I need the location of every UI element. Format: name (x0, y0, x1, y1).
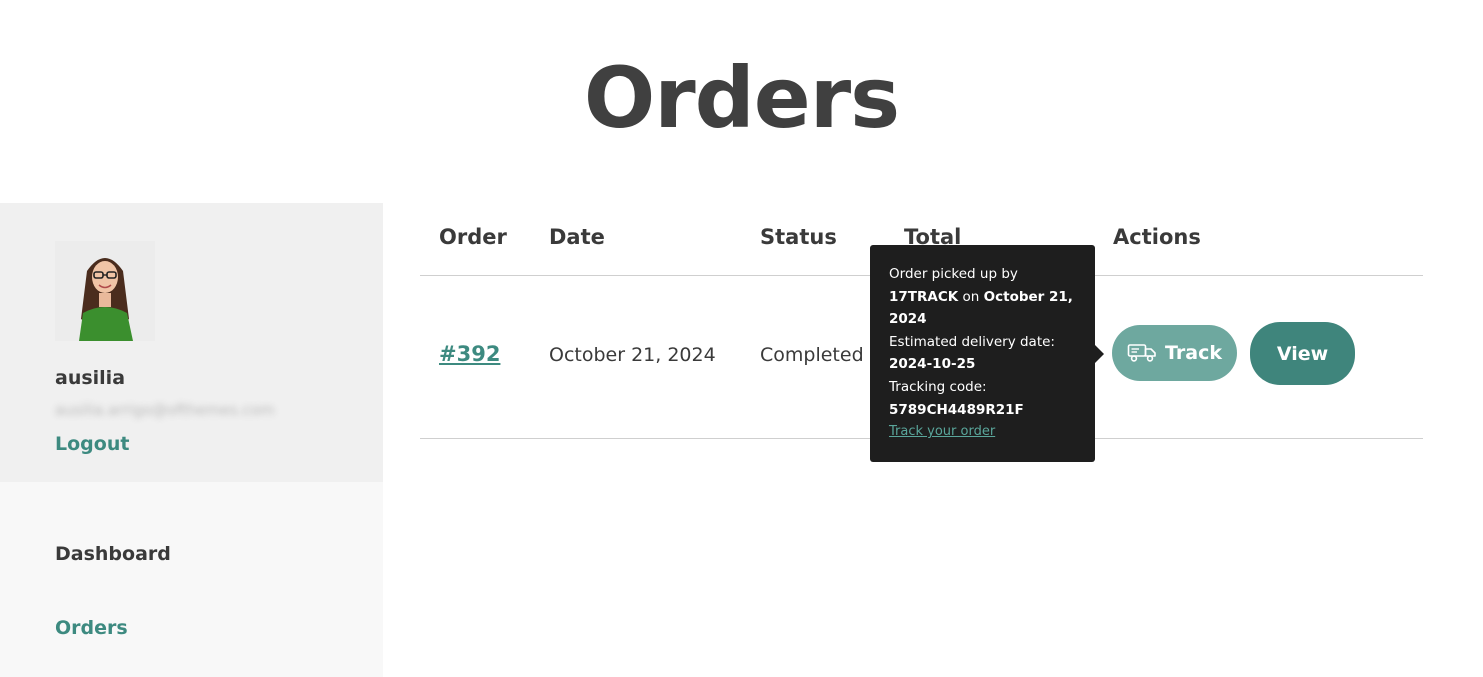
column-header-order: Order (439, 225, 507, 249)
sidebar-item-orders[interactable]: Orders (55, 617, 128, 639)
tooltip-carrier: 17TRACK (889, 288, 959, 305)
tracking-tooltip: Order picked up by 17TRACK on October 21… (870, 245, 1104, 462)
track-button[interactable]: Track (1112, 325, 1237, 381)
tooltip-tracking-code: 5789CH4489R21F (889, 401, 1024, 418)
tooltip-pickup-date: October 21, (983, 288, 1073, 305)
tooltip-tracking-label: Tracking code: (889, 378, 987, 395)
view-button[interactable]: View (1250, 322, 1355, 385)
tooltip-delivery-date: 2024-10-25 (889, 356, 976, 373)
logout-link[interactable]: Logout (55, 433, 129, 455)
avatar-portrait-icon (55, 241, 155, 341)
avatar (55, 241, 155, 341)
tooltip-pickup-year: 2024 (889, 311, 927, 328)
order-date: October 21, 2024 (549, 344, 716, 366)
column-header-actions: Actions (1113, 225, 1201, 249)
tooltip-carrier-line: 17TRACK on October 21, (889, 286, 1076, 309)
account-email: ausilia.arrigo@ofthemes.com (55, 401, 275, 419)
track-your-order-link[interactable]: Track your order (889, 421, 1076, 444)
order-status: Completed (760, 344, 864, 366)
sidebar-item-dashboard[interactable]: Dashboard (55, 543, 171, 565)
account-username: ausilia (55, 367, 126, 389)
profile-card: ausilia ausilia.arrigo@ofthemes.com Logo… (0, 203, 383, 482)
column-header-status: Status (760, 225, 837, 249)
page-title: Orders (583, 49, 900, 147)
track-button-label: Track (1165, 342, 1222, 364)
order-number-link[interactable]: #392 (439, 342, 500, 366)
orders-page: Orders ausilia ausilia.arrigo@ofthemes.c… (0, 0, 1483, 677)
tooltip-delivery-label: Estimated delivery date: (889, 333, 1055, 350)
account-sidebar: ausilia ausilia.arrigo@ofthemes.com Logo… (0, 203, 383, 677)
truck-icon (1127, 344, 1156, 362)
tooltip-pickup-line: Order picked up by (889, 266, 1018, 282)
column-header-date: Date (549, 225, 605, 249)
tooltip-on-word: on (962, 288, 980, 305)
